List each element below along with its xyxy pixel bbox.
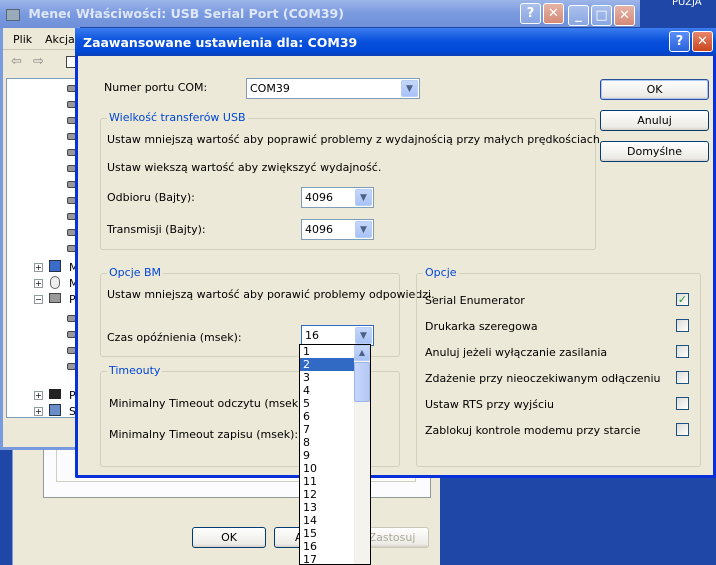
advanced-settings-dialog: Zaawansowane ustawienia dla: COM39 ? ✕ N…: [75, 28, 716, 478]
cancel-button[interactable]: Anuluj: [600, 110, 709, 131]
write-timeout-label: Minimalny Timeout zapisu (msek):: [109, 428, 299, 441]
dropdown-option[interactable]: 1: [300, 345, 355, 358]
advanced-help-button[interactable]: ?: [669, 31, 690, 52]
forward-arrow-icon[interactable]: ⇨: [33, 54, 44, 69]
menu-akcja[interactable]: Akcja: [45, 33, 75, 46]
options-group-title: Opcje: [423, 266, 459, 279]
dropdown-option[interactable]: 2: [300, 358, 355, 371]
device-manager-window[interactable]: Menedż Plik Akcja ⇦ ⇨ + M + M − Po +: [0, 0, 83, 450]
chevron-down-icon[interactable]: ▼: [355, 221, 372, 238]
minimize-button[interactable]: _: [568, 5, 589, 26]
mouse-icon: [50, 276, 60, 289]
rx-size-select[interactable]: 4096 ▼: [301, 187, 374, 208]
advanced-titlebar[interactable]: Zaawansowane ustawienia dla: COM39: [75, 28, 716, 56]
dropdown-option[interactable]: 16: [300, 540, 355, 553]
tx-size-value: 4096: [305, 223, 333, 236]
usb-transfer-group-title: Wielkość transferów USB: [107, 111, 248, 124]
processor-icon: [49, 389, 61, 399]
option-serial-enumerator-checkbox[interactable]: ✓: [676, 293, 689, 306]
latency-label: Czas opóźnienia (msek):: [107, 331, 242, 344]
rx-size-value: 4096: [305, 191, 333, 204]
rx-label: Odbioru (Bajty):: [107, 191, 195, 204]
port-select-value: COM39: [250, 82, 290, 95]
usb-hint-small: Ustaw mniejszą wartość aby poprawić prob…: [107, 133, 604, 146]
option-serial-printer-checkbox[interactable]: [676, 319, 689, 332]
devmgr-close-button[interactable]: ✕: [614, 5, 635, 26]
properties-ok-button[interactable]: OK: [192, 527, 266, 548]
expand-icon[interactable]: +: [34, 391, 43, 400]
option-disable-modem-ctrl-label: Zablokuj kontrole modemu przy starcie: [425, 424, 641, 437]
chevron-down-icon[interactable]: ▼: [355, 189, 372, 206]
bm-options-group-title: Opcje BM: [107, 266, 164, 279]
monitor-icon: [49, 260, 61, 272]
dropdown-option[interactable]: 17: [300, 553, 355, 564]
scrollbar-thumb[interactable]: [354, 362, 370, 402]
properties-close-button[interactable]: ✕: [543, 3, 564, 24]
expand-icon[interactable]: +: [34, 407, 43, 416]
dropdown-option[interactable]: 8: [300, 436, 355, 449]
option-disable-modem-ctrl-checkbox[interactable]: [676, 423, 689, 436]
dropdown-option[interactable]: 13: [300, 501, 355, 514]
option-cancel-poweroff-label: Anuluj jeżeli wyłączanie zasilania: [425, 346, 608, 359]
dropdown-option[interactable]: 14: [300, 514, 355, 527]
option-serial-printer-label: Drukarka szeregowa: [425, 320, 538, 333]
dropdown-option[interactable]: 9: [300, 449, 355, 462]
ports-icon: [49, 293, 61, 303]
options-group: Opcje Serial Enumerator ✓ Drukarka szere…: [416, 266, 701, 467]
option-surprise-removal-label: Zdażenie przy nieoczekiwanym odłączeniu: [425, 372, 661, 385]
expand-icon[interactable]: +: [34, 263, 43, 272]
option-set-rts-checkbox[interactable]: [676, 397, 689, 410]
device-tree[interactable]: + M + M − Po + Pr + SI: [6, 78, 83, 418]
usb-hint-large: Ustaw wiekszą wartość aby zwiększyć wyda…: [107, 161, 382, 174]
dropdown-option[interactable]: 10: [300, 462, 355, 475]
latency-dropdown-list[interactable]: 1 2 3 4 5 6 7 8 9 10 11 12 13 14 15 16 17 ▲: [299, 344, 371, 565]
maximize-button[interactable]: □: [591, 5, 612, 26]
defaults-button[interactable]: Domyślne: [600, 141, 709, 162]
port-label: Numer portu COM:: [104, 81, 208, 94]
ok-button[interactable]: OK: [600, 79, 709, 100]
collapse-icon[interactable]: −: [34, 295, 43, 304]
chevron-down-icon[interactable]: ▼: [401, 80, 418, 97]
timeouts-group-title: Timeouty: [107, 364, 163, 377]
bm-hint: Ustaw mniejszą wartość aby porawić probl…: [107, 288, 435, 301]
port-select[interactable]: COM39 ▼: [246, 78, 420, 99]
scroll-up-icon[interactable]: ▲: [354, 345, 370, 361]
dropdown-option[interactable]: 5: [300, 397, 355, 410]
expand-icon[interactable]: +: [34, 279, 43, 288]
back-arrow-icon[interactable]: ⇦: [11, 54, 22, 69]
option-cancel-poweroff-checkbox[interactable]: [676, 345, 689, 358]
device-manager-titlebar[interactable]: Menedż: [0, 0, 77, 28]
tx-size-select[interactable]: 4096 ▼: [301, 219, 374, 240]
menu-plik[interactable]: Plik: [13, 33, 32, 46]
option-set-rts-label: Ustaw RTS przy wyjściu: [425, 398, 555, 411]
dropdown-option[interactable]: 6: [300, 410, 355, 423]
device-manager-menubar: Plik Akcja: [3, 30, 83, 50]
read-timeout-label: Minimalny Timeout odczytu (msek):: [109, 397, 307, 410]
device-manager-toolbar: ⇦ ⇨: [3, 51, 83, 75]
desktop-corner-text: PUZJA: [672, 0, 702, 8]
tx-label: Transmisji (Bajty):: [107, 223, 206, 236]
system-icon: [49, 404, 61, 416]
dropdown-option[interactable]: 11: [300, 475, 355, 488]
latency-select[interactable]: 16 ▼: [301, 325, 374, 346]
computer-icon: [6, 8, 20, 21]
usb-transfer-group: Wielkość transferów USB Ustaw mniejszą w…: [100, 111, 603, 250]
chevron-down-icon[interactable]: ▼: [355, 327, 372, 344]
help-button[interactable]: ?: [520, 3, 541, 24]
advanced-title: Zaawansowane ustawienia dla: COM39: [83, 35, 358, 50]
advanced-close-button[interactable]: ✕: [692, 31, 713, 52]
latency-value: 16: [305, 329, 319, 342]
dropdown-option[interactable]: 7: [300, 423, 355, 436]
dropdown-option[interactable]: 3: [300, 371, 355, 384]
properties-title: Właściwości: USB Serial Port (COM39): [76, 6, 344, 21]
option-serial-enumerator-label: Serial Enumerator: [425, 294, 525, 307]
dropdown-option[interactable]: 4: [300, 384, 355, 397]
option-surprise-removal-checkbox[interactable]: [676, 371, 689, 384]
dropdown-option[interactable]: 12: [300, 488, 355, 501]
dropdown-option[interactable]: 15: [300, 527, 355, 540]
